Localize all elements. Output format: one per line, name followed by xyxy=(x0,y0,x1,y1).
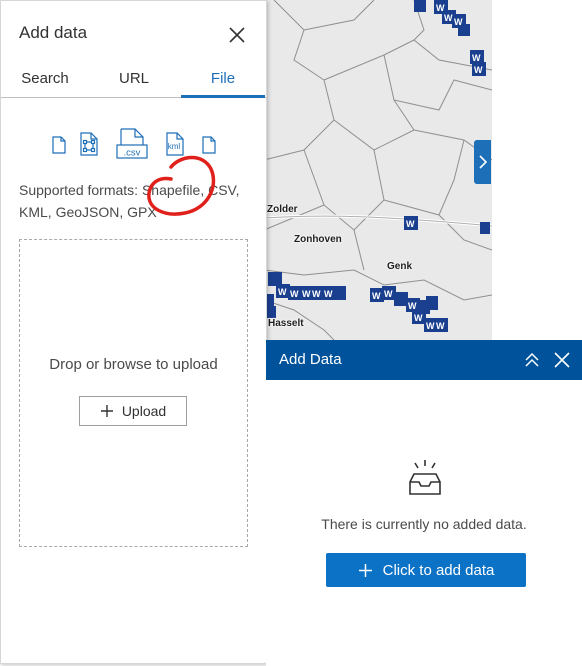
inbox-icon xyxy=(409,460,441,495)
upload-button[interactable]: Upload xyxy=(79,396,187,426)
svg-text:W: W xyxy=(454,17,463,27)
added-data-header: Add Data xyxy=(266,340,582,380)
map-label-hasselt: Hasselt xyxy=(268,318,304,329)
added-data-title: Add Data xyxy=(279,351,342,368)
plus-icon xyxy=(100,405,113,417)
map-label-zolder: Zolder xyxy=(267,204,298,215)
supported-format-icons: .csv kml xyxy=(47,127,227,161)
tab-file[interactable]: File xyxy=(181,70,265,98)
empty-state-message: There is currently no added data. xyxy=(321,516,527,532)
svg-text:W: W xyxy=(436,3,445,13)
svg-text:W: W xyxy=(324,289,333,299)
plus-icon xyxy=(358,563,372,577)
close-icon[interactable] xyxy=(552,350,572,370)
svg-text:W: W xyxy=(406,219,415,229)
svg-text:W: W xyxy=(426,321,435,331)
expand-panel-button[interactable] xyxy=(474,140,491,184)
add-data-panel: Add data Search URL File .csv kml Suppor… xyxy=(0,0,267,664)
svg-text:W: W xyxy=(290,289,299,299)
svg-text:W: W xyxy=(384,289,393,299)
svg-text:W: W xyxy=(312,289,321,299)
svg-text:W: W xyxy=(474,65,483,75)
map-label-zonhoven: Zonhoven xyxy=(294,234,342,245)
svg-text:W: W xyxy=(302,289,311,299)
chevron-right-icon xyxy=(478,155,487,169)
csv-label: .csv xyxy=(124,148,141,159)
close-icon[interactable] xyxy=(227,25,247,45)
map-boundaries: WW W WWW WWW WWW WWW WW xyxy=(264,0,492,340)
svg-text:W: W xyxy=(278,287,287,297)
add-data-button-label: Click to add data xyxy=(382,561,495,579)
svg-text:W: W xyxy=(414,313,423,323)
geojson-file-icon xyxy=(80,132,98,156)
kml-label: kml xyxy=(168,142,181,151)
added-data-panel: Add Data There is currently no added dat… xyxy=(266,340,582,666)
svg-text:W: W xyxy=(372,291,381,301)
supported-formats-text: Supported formats: Shapefile, CSV, KML, … xyxy=(19,182,240,220)
svg-text:W: W xyxy=(444,13,453,23)
click-to-add-data-button[interactable]: Click to add data xyxy=(326,553,526,587)
dropzone-text: Drop or browse to upload xyxy=(49,356,218,373)
tab-url[interactable]: URL xyxy=(89,70,179,97)
file-icon xyxy=(52,136,66,154)
file-icon xyxy=(202,136,216,154)
svg-text:W: W xyxy=(436,321,445,331)
tab-bar: Search URL File xyxy=(1,67,266,98)
tab-search[interactable]: Search xyxy=(1,70,89,97)
double-chevron-up-icon[interactable] xyxy=(522,350,542,370)
svg-text:W: W xyxy=(408,301,417,311)
map-label-genk: Genk xyxy=(387,261,413,272)
file-dropzone[interactable]: Drop or browse to upload Upload xyxy=(19,239,248,547)
map-view[interactable]: WWW WWW WWW WWW WWW WW Zolder Zonhoven G… xyxy=(264,0,492,340)
svg-text:W: W xyxy=(472,53,481,63)
panel-title: Add data xyxy=(19,23,88,42)
upload-button-label: Upload xyxy=(121,403,167,419)
